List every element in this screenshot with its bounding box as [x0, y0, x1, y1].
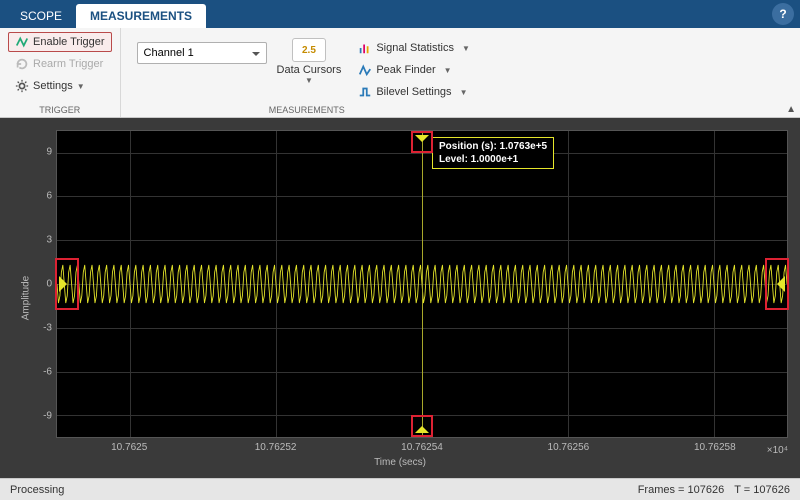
ribbon-group-measurements: Channel 1 2.5 Data Cursors ▼ Signal Stat…: [121, 28, 493, 117]
y-tick: -3: [43, 323, 52, 334]
y-tick: 0: [46, 279, 52, 290]
gear-icon: [15, 79, 29, 93]
chevron-down-icon: ▼: [77, 82, 85, 91]
x-tick: 10.76256: [548, 442, 590, 453]
trigger-icon: [15, 35, 29, 49]
trigger-settings-button[interactable]: Settings ▼: [8, 76, 112, 96]
status-frames: Frames = 107626: [638, 484, 725, 496]
signal-statistics-label: Signal Statistics: [376, 42, 454, 54]
enable-trigger-label: Enable Trigger: [33, 36, 105, 48]
scope-panel: Amplitude Position (s): 1.0763e+5 Level:…: [0, 118, 800, 478]
cursor-readout: Position (s): 1.0763e+5 Level: 1.0000e+1: [432, 137, 554, 169]
tab-measurements[interactable]: MEASUREMENTS: [76, 4, 206, 28]
rearm-icon: [15, 57, 29, 71]
chevron-down-icon: ▼: [462, 44, 470, 53]
x-tick: 10.76252: [255, 442, 297, 453]
trigger-cursor-line[interactable]: [422, 131, 423, 437]
cursor-level-text: Level: 1.0000e+1: [439, 153, 547, 166]
plot-area[interactable]: Position (s): 1.0763e+5 Level: 1.0000e+1: [56, 130, 788, 438]
channel-select-value: Channel 1: [144, 47, 194, 59]
peak-finder-label: Peak Finder: [376, 64, 435, 76]
x-tick: 10.7625: [111, 442, 147, 453]
enable-trigger-button[interactable]: Enable Trigger: [8, 32, 112, 52]
status-state: Processing: [10, 484, 64, 496]
measurements-group-label: MEASUREMENTS: [129, 105, 485, 117]
data-cursors-button[interactable]: 2.5 Data Cursors ▼: [277, 38, 342, 85]
y-axis-label: Amplitude: [21, 276, 32, 320]
ribbon-group-trigger: Enable Trigger Rearm Trigger Settings ▼ …: [0, 28, 121, 117]
status-bar: Processing Frames = 107626 T = 107626: [0, 478, 800, 500]
signal-statistics-button[interactable]: Signal Statistics ▼: [351, 38, 477, 58]
callout-box: [765, 258, 789, 310]
x-tick: 10.76258: [694, 442, 736, 453]
status-time: T = 107626: [734, 484, 790, 496]
x-tick: 10.76254: [401, 442, 443, 453]
peak-icon: [358, 63, 372, 77]
y-tick: -6: [43, 367, 52, 378]
trigger-settings-label: Settings: [33, 80, 73, 92]
callout-box: [55, 258, 79, 310]
x-axis-multiplier: ×10⁴: [767, 445, 788, 456]
y-tick: -9: [43, 411, 52, 422]
x-axis-label: Time (secs): [374, 457, 426, 468]
tab-bar: SCOPE MEASUREMENTS ?: [0, 0, 800, 28]
chevron-down-icon: ▼: [444, 66, 452, 75]
callout-box: [411, 415, 433, 437]
rearm-trigger-label: Rearm Trigger: [33, 58, 103, 70]
y-tick: 3: [46, 234, 52, 245]
bilevel-settings-button[interactable]: Bilevel Settings ▼: [351, 82, 477, 102]
cursor-position-text: Position (s): 1.0763e+5: [439, 140, 547, 153]
tab-scope[interactable]: SCOPE: [6, 4, 76, 28]
trigger-group-label: TRIGGER: [8, 105, 112, 117]
data-cursors-icon: 2.5: [292, 38, 326, 62]
ribbon-collapse-button[interactable]: ▲: [786, 104, 796, 115]
callout-box: [411, 131, 433, 153]
peak-finder-button[interactable]: Peak Finder ▼: [351, 60, 477, 80]
ribbon: Enable Trigger Rearm Trigger Settings ▼ …: [0, 28, 800, 118]
chevron-down-icon: ▼: [460, 88, 468, 97]
bilevel-settings-label: Bilevel Settings: [376, 86, 451, 98]
channel-select[interactable]: Channel 1: [137, 42, 267, 64]
bars-icon: [358, 41, 372, 55]
y-tick: 6: [46, 190, 52, 201]
rearm-trigger-button[interactable]: Rearm Trigger: [8, 54, 112, 74]
bilevel-icon: [358, 85, 372, 99]
help-button[interactable]: ?: [772, 3, 794, 25]
data-cursors-label: Data Cursors: [277, 64, 342, 76]
chevron-down-icon: ▼: [305, 76, 313, 85]
y-tick: 9: [46, 146, 52, 157]
